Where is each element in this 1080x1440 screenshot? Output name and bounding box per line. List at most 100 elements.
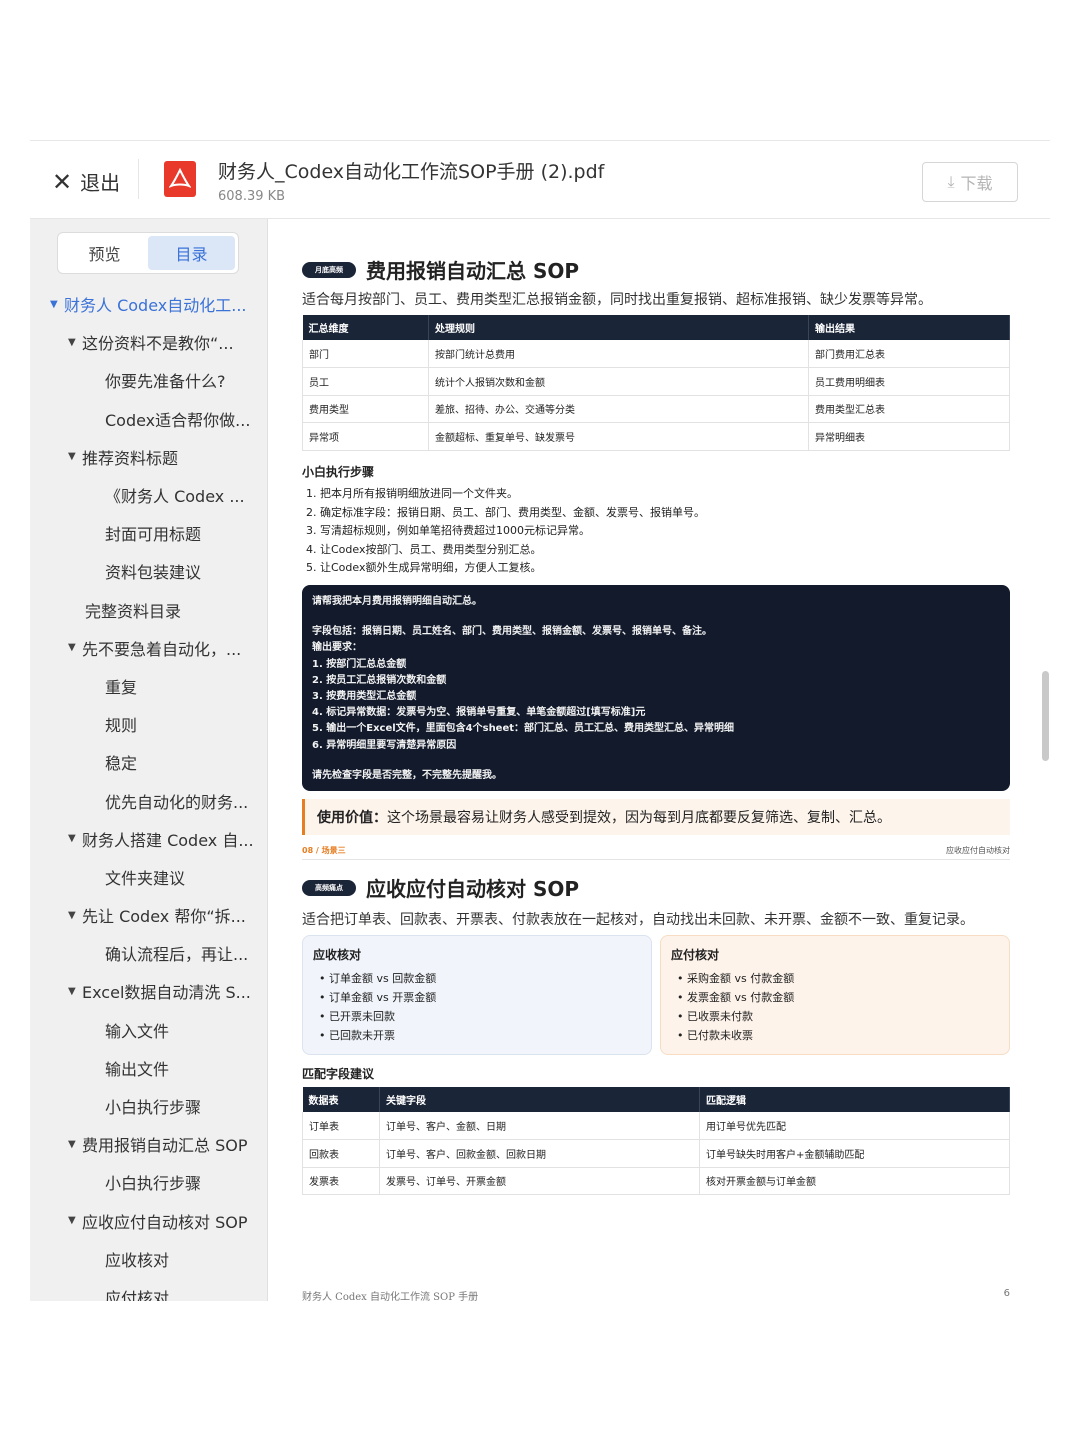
toc-item[interactable]: 稳定 bbox=[30, 743, 267, 781]
caret-down-icon[interactable]: ▼ bbox=[50, 299, 64, 310]
toc-item[interactable]: Codex适合帮你做... bbox=[30, 400, 267, 438]
page-footer-title: 财务人 Codex 自动化工作流 SOP 手册 bbox=[302, 1292, 479, 1301]
toc-item-label: Excel数据自动清洗 S... bbox=[82, 983, 251, 1003]
table-cell: 订单号、客户、金额、日期 bbox=[379, 1112, 700, 1140]
toc-item-label: 小白执行步骤 bbox=[105, 1098, 202, 1118]
toc-item[interactable]: 优先自动化的财务... bbox=[30, 781, 267, 819]
toc-item[interactable]: 输入文件 bbox=[30, 1011, 267, 1049]
toc-item[interactable]: 应收核对 bbox=[30, 1240, 267, 1278]
toc-item[interactable]: ▼ 这份资料不是教你“... bbox=[30, 323, 267, 361]
prompt-body: 字段包括：报销日期、员工姓名、部门、费用类型、报销金额、发票号、报销单号、备注。… bbox=[312, 624, 1000, 754]
toc-item[interactable]: 小白执行步骤 bbox=[30, 1163, 267, 1201]
bullet-icon: • bbox=[319, 1010, 329, 1023]
file-name: 财务人_Codex自动化工作流SOP手册 (2).pdf bbox=[218, 161, 605, 183]
step-item: 1. 把本月所有报销明细放进同一个文件夹。 bbox=[306, 487, 518, 500]
step-item: 2. 确定标准字段：报销日期、员工、部门、费用类型、金额、发票号、报销单号。 bbox=[306, 505, 705, 519]
toc-item[interactable]: ▼ Excel数据自动清洗 S... bbox=[30, 972, 267, 1010]
toc-item[interactable]: ▼ 费用报销自动汇总 SOP bbox=[30, 1125, 267, 1163]
toc-item[interactable]: 重复 bbox=[30, 667, 267, 705]
toc-item-label: 完整资料目录 bbox=[85, 601, 182, 621]
prompt-line: 6. 异常明细里要写清楚异常原因 bbox=[312, 739, 457, 751]
toc-item[interactable]: 文件夹建议 bbox=[30, 858, 267, 896]
toc-item-label: 推荐资料标题 bbox=[82, 448, 179, 468]
scene-running-title: 应收应付自动核对 bbox=[946, 846, 1010, 855]
caret-down-icon[interactable]: ▼ bbox=[68, 337, 82, 348]
card-item-text: 已开票未回款 bbox=[329, 1010, 395, 1023]
toc-item[interactable]: 封面可用标题 bbox=[30, 514, 267, 552]
toc-item[interactable]: ▼ 应收应付自动核对 SOP bbox=[30, 1202, 267, 1240]
table-row: 回款表 订单号、客户、回款金额、回款日期 订单号缺失时用客户+金额辅助匹配 bbox=[302, 1139, 1010, 1168]
toc-item-label: 《财务人 Codex ... bbox=[105, 487, 245, 507]
card-list-item: • 已收票未付款 bbox=[671, 1007, 999, 1026]
toc-item[interactable]: 小白执行步骤 bbox=[30, 1087, 267, 1125]
table-row: 订单表 订单号、客户、金额、日期 用订单号优先匹配 bbox=[302, 1112, 1010, 1140]
toc-item-label: 资料包装建议 bbox=[105, 563, 202, 583]
viewer-header: ✕ 退出 财务人_Codex自动化工作流SOP手册 (2).pdf 608.39… bbox=[30, 141, 1050, 219]
toc-item-label: 先让 Codex 帮你“拆... bbox=[82, 907, 246, 927]
download-icon: ⤓ bbox=[947, 172, 955, 191]
toc-item[interactable]: 应付核对 bbox=[30, 1278, 267, 1301]
table-row: 发票表 发票号、订单号、开票金额 核对开票金额与订单金额 bbox=[302, 1167, 1010, 1195]
table-cell: 费用类型汇总表 bbox=[808, 395, 1010, 423]
section-badge: 高频痛点 bbox=[302, 879, 356, 896]
exit-button[interactable]: ✕ 退出 bbox=[52, 167, 120, 196]
table-header: 输出结果 bbox=[808, 315, 1010, 340]
table-cell: 统计个人报销次数和金额 bbox=[428, 367, 809, 396]
toc-item[interactable]: ▼ 财务人 Codex自动化工... bbox=[30, 285, 267, 323]
toc-item-label: Codex适合帮你做... bbox=[105, 410, 251, 430]
toc-item[interactable]: 你要先准备什么? bbox=[30, 361, 267, 399]
outline-sidebar: 预览 目录 ▼ 财务人 Codex自动化工... ▼ 这份资料不是教你“... 你要先准… bbox=[30, 219, 268, 1301]
steps-heading: 小白执行步骤 bbox=[302, 465, 375, 479]
caret-down-icon[interactable]: ▼ bbox=[68, 986, 82, 997]
table-row: 费用类型 差旅、招待、办公、交通等分类 费用类型汇总表 bbox=[302, 395, 1010, 423]
toc-item[interactable]: 规则 bbox=[30, 705, 267, 743]
card-list-item: • 发票金额 vs 付款金额 bbox=[671, 988, 999, 1007]
bullet-icon: • bbox=[319, 972, 329, 985]
section-title: 应收应付自动核对 SOP bbox=[366, 877, 580, 901]
card-item-text: 已回款未开票 bbox=[329, 1029, 395, 1042]
caret-down-icon[interactable]: ▼ bbox=[68, 1139, 82, 1150]
section-description: 适合每月按部门、员工、费用类型汇总报销金额，同时找出重复报销、超标准报销、缺少发… bbox=[302, 292, 932, 308]
table-cell: 订单表 bbox=[302, 1112, 380, 1140]
toc-item[interactable]: 输出文件 bbox=[30, 1049, 267, 1087]
toc-item[interactable]: ▼ 先不要急着自动化，... bbox=[30, 629, 267, 667]
card-list-item: • 采购金额 vs 付款金额 bbox=[671, 969, 999, 988]
toc-item[interactable]: ▼ 先让 Codex 帮你“拆... bbox=[30, 896, 267, 934]
table-row: 异常项 金额超标、重复单号、缺发票号 异常明细表 bbox=[302, 422, 1010, 451]
table-cell: 差旅、招待、办公、交通等分类 bbox=[428, 395, 809, 423]
toc-item[interactable]: 确认流程后，再让... bbox=[30, 934, 267, 972]
toc-item[interactable]: 资料包装建议 bbox=[30, 552, 267, 590]
steps-list: 1. 把本月所有报销明细放进同一个文件夹。 2. 确定标准字段：报销日期、员工、部… bbox=[306, 485, 705, 578]
card-item-text: 已收票未付款 bbox=[687, 1010, 753, 1023]
toc-item-label: 这份资料不是教你“... bbox=[82, 334, 234, 354]
caret-down-icon[interactable]: ▼ bbox=[68, 451, 82, 462]
caret-down-icon[interactable]: ▼ bbox=[68, 1215, 82, 1226]
toc-item-label: 先不要急着自动化，... bbox=[82, 639, 242, 659]
caret-down-icon[interactable]: ▼ bbox=[68, 642, 82, 653]
download-button[interactable]: ⤓ 下载 bbox=[922, 162, 1018, 202]
toc-item[interactable]: 完整资料目录 bbox=[30, 591, 267, 629]
prompt-line: 4. 标记异常数据：发票号为空、报销单号重复、单笔金额超过[填写标准]元 bbox=[312, 707, 646, 719]
section-divider bbox=[302, 859, 1010, 860]
card-item-text: 采购金额 vs 付款金额 bbox=[687, 972, 795, 985]
payable-card: 应付核对 • 采购金额 vs 付款金额 • 发票金额 vs 付款金额 • 已收票未付… bbox=[660, 935, 1010, 1055]
table-cell: 订单号缺失时用客户+金额辅助匹配 bbox=[699, 1139, 1010, 1168]
pdf-page: 月底高频 费用报销自动汇总 SOP 适合每月按部门、员工、费用类型汇总报销金额，… bbox=[270, 219, 1040, 1301]
bullet-icon: • bbox=[677, 972, 687, 985]
toc-item[interactable]: 《财务人 Codex ... bbox=[30, 476, 267, 514]
section-title: 费用报销自动汇总 SOP bbox=[366, 259, 580, 283]
tab-toc[interactable]: 目录 bbox=[148, 236, 235, 270]
scene-label: 08 / 场景三 bbox=[302, 846, 346, 855]
toc-item[interactable]: ▼ 推荐资料标题 bbox=[30, 438, 267, 476]
table-cell: 部门 bbox=[302, 340, 429, 368]
caret-down-icon[interactable]: ▼ bbox=[68, 910, 82, 921]
table-cell: 用订单号优先匹配 bbox=[699, 1112, 1010, 1140]
card-title: 应收核对 bbox=[313, 948, 362, 962]
bullet-icon: • bbox=[319, 991, 329, 1004]
tab-preview[interactable]: 预览 bbox=[61, 236, 148, 270]
toc-list: ▼ 财务人 Codex自动化工... ▼ 这份资料不是教你“... 你要先准备什么? Co… bbox=[30, 285, 267, 1301]
caret-down-icon[interactable]: ▼ bbox=[68, 833, 82, 844]
scrollbar-thumb[interactable] bbox=[1042, 671, 1049, 761]
card-title: 应付核对 bbox=[671, 948, 720, 962]
toc-item[interactable]: ▼ 财务人搭建 Codex 自... bbox=[30, 820, 267, 858]
